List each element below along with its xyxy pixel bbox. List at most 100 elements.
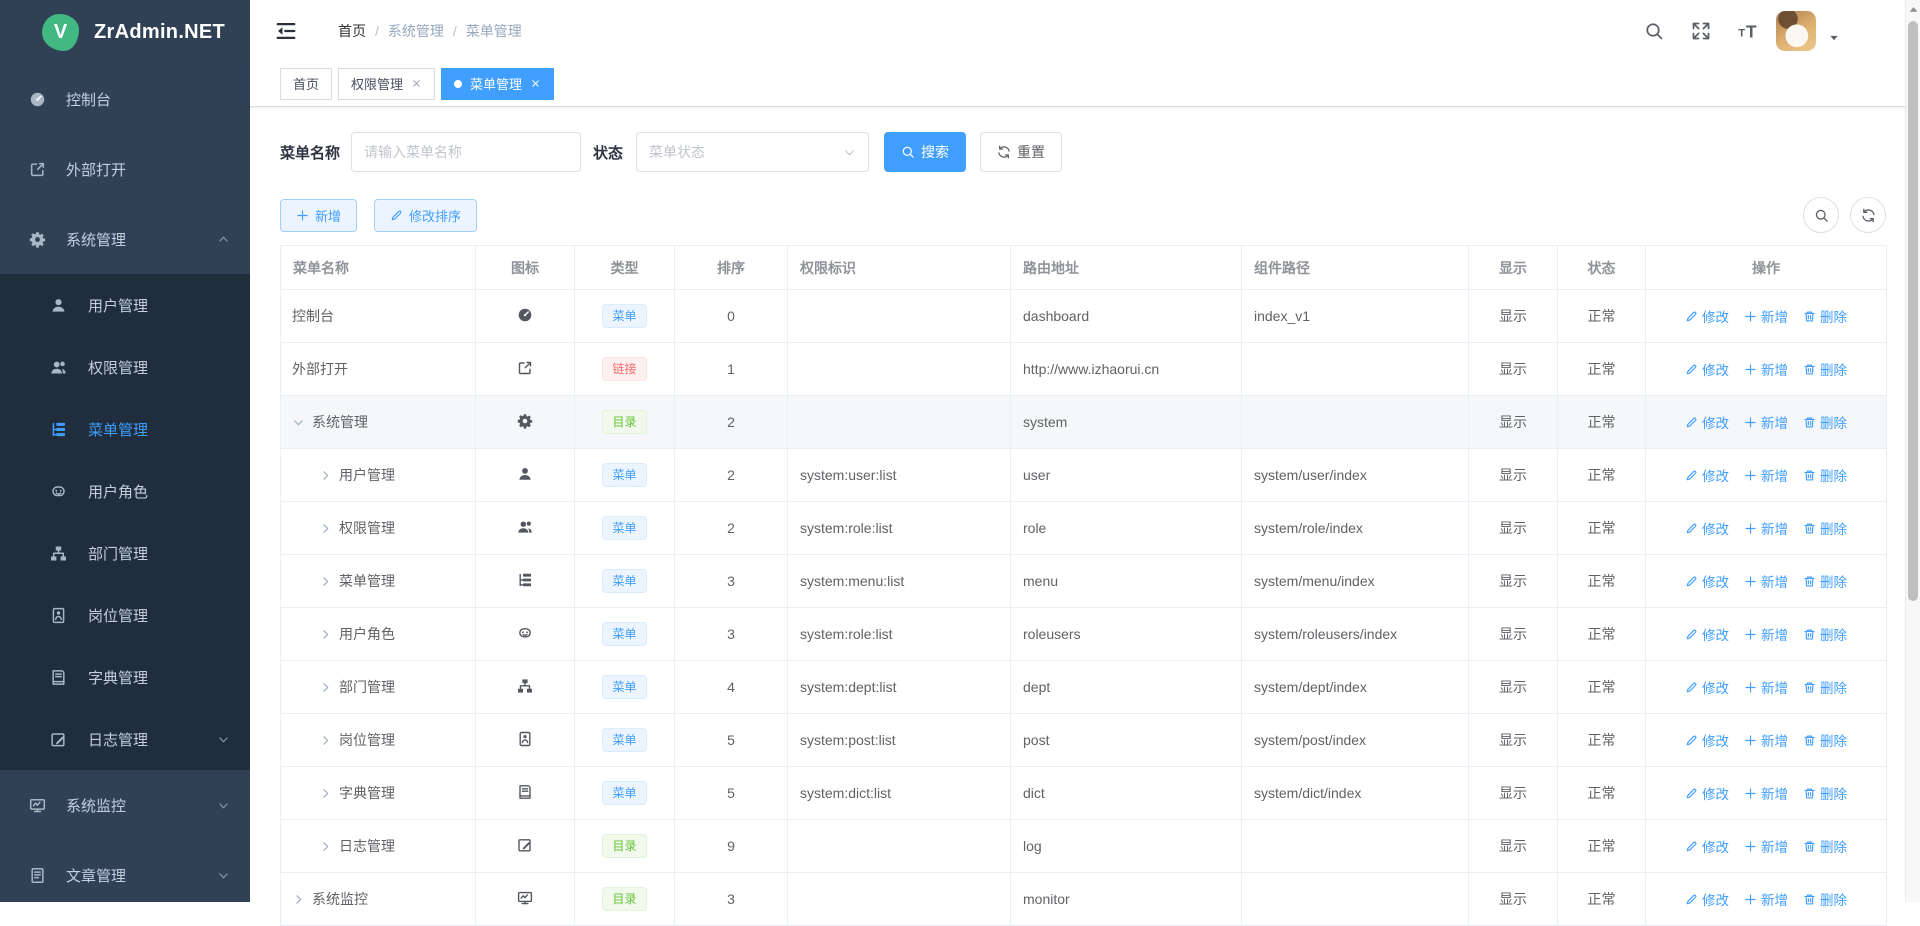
chevron-right-icon[interactable] <box>319 469 332 482</box>
row-delete-link[interactable]: 删除 <box>1803 465 1847 485</box>
search-button[interactable]: 搜索 <box>884 132 966 172</box>
cell-operations: 修改新增删除 <box>1646 714 1887 767</box>
cell-status: 正常 <box>1558 661 1646 714</box>
row-delete-link[interactable]: 删除 <box>1803 836 1847 856</box>
row-add-link[interactable]: 新增 <box>1744 518 1788 538</box>
tab-active[interactable]: 菜单管理 <box>441 68 554 100</box>
row-edit-link[interactable]: 修改 <box>1685 518 1729 538</box>
sidebar-item[interactable]: 控制台 <box>0 64 250 134</box>
type-tag: 菜单 <box>602 516 646 540</box>
cell-status: 正常 <box>1558 290 1646 343</box>
edit-sort-button[interactable]: 修改排序 <box>374 199 477 232</box>
cell-component: index_v1 <box>1242 290 1469 343</box>
font-size-icon[interactable]: TT <box>1738 21 1758 41</box>
row-add-link[interactable]: 新增 <box>1744 306 1788 326</box>
row-edit-link[interactable]: 修改 <box>1685 465 1729 485</box>
sidebar-item[interactable]: 文章管理 <box>0 840 250 902</box>
top-navbar: 首页/系统管理/菜单管理 TT <box>250 0 1920 61</box>
row-delete-link[interactable]: 删除 <box>1803 730 1847 750</box>
chevron-right-icon[interactable] <box>292 893 305 906</box>
cell-status: 正常 <box>1558 767 1646 820</box>
row-add-link[interactable]: 新增 <box>1744 889 1788 909</box>
caret-down-icon[interactable] <box>1828 32 1840 44</box>
sidebar-subitem[interactable]: 日志管理 <box>0 708 250 770</box>
edit-icon <box>1685 787 1698 800</box>
row-edit-link[interactable]: 修改 <box>1685 783 1729 803</box>
column-header-status: 状态 <box>1558 246 1646 290</box>
delete-icon <box>1803 363 1816 376</box>
row-add-link[interactable]: 新增 <box>1744 359 1788 379</box>
row-edit-link[interactable]: 修改 <box>1685 412 1729 432</box>
sidebar-item[interactable]: 系统管理 <box>0 204 250 274</box>
row-add-link[interactable]: 新增 <box>1744 730 1788 750</box>
close-icon[interactable] <box>411 78 422 89</box>
menu-name-input[interactable] <box>351 132 581 172</box>
chevron-right-icon[interactable] <box>319 840 332 853</box>
sidebar-subitem[interactable]: 用户管理 <box>0 274 250 336</box>
fullscreen-icon[interactable] <box>1691 21 1711 41</box>
row-delete-link[interactable]: 删除 <box>1803 412 1847 432</box>
sidebar-item[interactable]: 系统监控 <box>0 770 250 840</box>
row-add-link[interactable]: 新增 <box>1744 571 1788 591</box>
row-add-link[interactable]: 新增 <box>1744 783 1788 803</box>
scroll-up-icon[interactable] <box>1907 3 1920 16</box>
user-icon <box>50 297 67 314</box>
chevron-right-icon[interactable] <box>319 575 332 588</box>
type-tag: 目录 <box>602 887 646 911</box>
search-icon[interactable] <box>1644 21 1664 41</box>
row-add-link[interactable]: 新增 <box>1744 836 1788 856</box>
row-edit-link[interactable]: 修改 <box>1685 889 1729 909</box>
scrollbar-thumb[interactable] <box>1908 21 1918 601</box>
show-search-button[interactable] <box>1803 197 1839 233</box>
breadcrumb-item[interactable]: 首页 <box>338 21 366 41</box>
sidebar-collapse-icon[interactable] <box>275 20 297 42</box>
row-delete-link[interactable]: 删除 <box>1803 571 1847 591</box>
tab-item[interactable]: 权限管理 <box>338 68 435 100</box>
row-edit-link[interactable]: 修改 <box>1685 677 1729 697</box>
chevron-right-icon[interactable] <box>319 522 332 535</box>
edit-icon <box>1685 469 1698 482</box>
row-delete-link[interactable]: 删除 <box>1803 359 1847 379</box>
row-edit-link[interactable]: 修改 <box>1685 306 1729 326</box>
type-tag: 菜单 <box>602 569 646 593</box>
logo-letter: V <box>54 21 67 44</box>
chevron-right-icon[interactable] <box>319 787 332 800</box>
chevron-right-icon[interactable] <box>319 681 332 694</box>
row-edit-link[interactable]: 修改 <box>1685 359 1729 379</box>
row-delete-link[interactable]: 删除 <box>1803 518 1847 538</box>
row-delete-link[interactable]: 删除 <box>1803 783 1847 803</box>
tab-item[interactable]: 首页 <box>280 68 332 100</box>
sidebar-subitem[interactable]: 用户角色 <box>0 460 250 522</box>
app-logo[interactable]: V ZrAdmin.NET <box>0 0 250 64</box>
close-icon[interactable] <box>530 78 541 89</box>
sidebar-item[interactable]: 外部打开 <box>0 134 250 204</box>
row-delete-link[interactable]: 删除 <box>1803 306 1847 326</box>
row-add-link[interactable]: 新增 <box>1744 677 1788 697</box>
refresh-table-button[interactable] <box>1850 197 1886 233</box>
row-delete-link[interactable]: 删除 <box>1803 624 1847 644</box>
row-add-link[interactable]: 新增 <box>1744 624 1788 644</box>
sidebar-subitem[interactable]: 字典管理 <box>0 646 250 708</box>
sidebar-subitem[interactable]: 岗位管理 <box>0 584 250 646</box>
row-edit-link[interactable]: 修改 <box>1685 624 1729 644</box>
chevron-down-icon[interactable] <box>292 416 305 429</box>
sidebar-subitem-active[interactable]: 菜单管理 <box>0 398 250 460</box>
row-add-link[interactable]: 新增 <box>1744 412 1788 432</box>
row-edit-link[interactable]: 修改 <box>1685 571 1729 591</box>
row-delete-link[interactable]: 删除 <box>1803 889 1847 909</box>
row-add-link[interactable]: 新增 <box>1744 465 1788 485</box>
cell-status: 正常 <box>1558 449 1646 502</box>
user-avatar[interactable] <box>1776 11 1816 51</box>
row-delete-link[interactable]: 删除 <box>1803 677 1847 697</box>
cell-sort: 2 <box>675 449 788 502</box>
reset-button[interactable]: 重置 <box>980 132 1062 172</box>
table-toolbar: 新增 修改排序 <box>280 197 1886 233</box>
add-button[interactable]: 新增 <box>280 199 357 232</box>
row-edit-link[interactable]: 修改 <box>1685 836 1729 856</box>
status-select[interactable]: 菜单状态 <box>636 132 869 172</box>
chevron-right-icon[interactable] <box>319 628 332 641</box>
sidebar-subitem[interactable]: 权限管理 <box>0 336 250 398</box>
row-edit-link[interactable]: 修改 <box>1685 730 1729 750</box>
chevron-right-icon[interactable] <box>319 734 332 747</box>
sidebar-subitem[interactable]: 部门管理 <box>0 522 250 584</box>
